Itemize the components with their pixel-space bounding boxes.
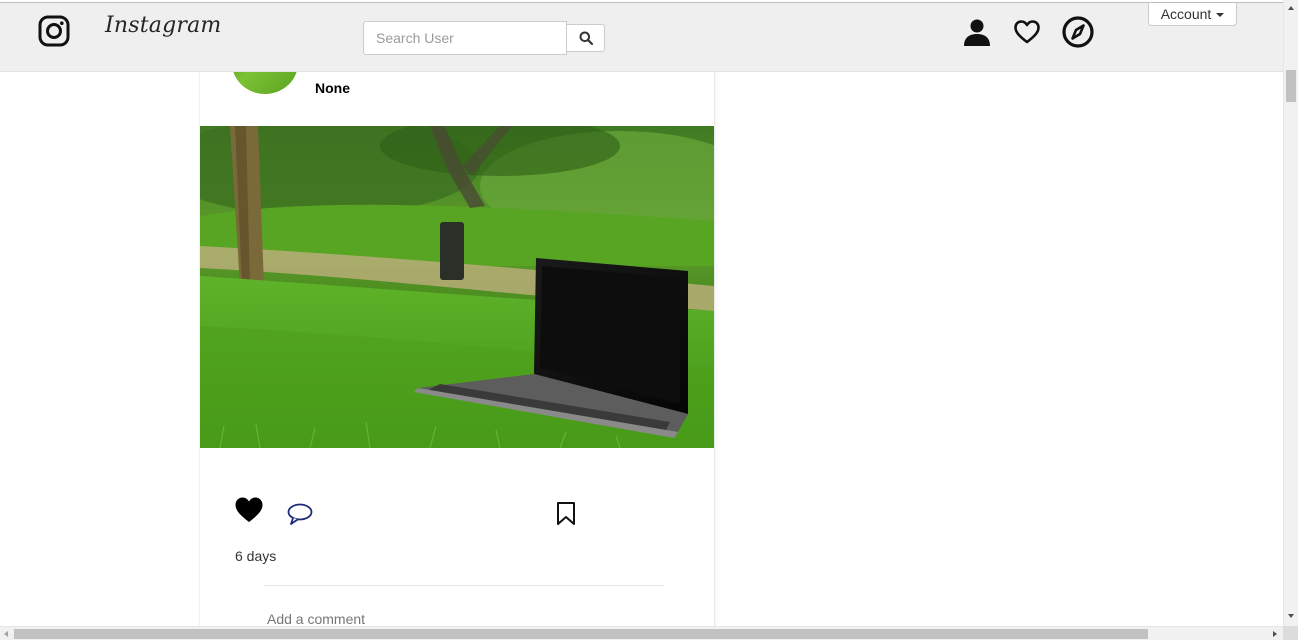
post-username[interactable]: None — [315, 80, 350, 96]
scroll-down-icon[interactable] — [1288, 614, 1294, 618]
account-label: Account — [1160, 6, 1212, 22]
horizontal-scroll-thumb[interactable] — [14, 629, 1148, 639]
vertical-scrollbar[interactable] — [1283, 0, 1298, 626]
save-button[interactable] — [555, 501, 577, 527]
brand-wordmark[interactable]: Instagram — [105, 13, 221, 38]
profile-icon[interactable] — [962, 17, 992, 47]
comment-icon — [287, 503, 313, 525]
search-icon — [579, 31, 593, 45]
post-card: None 6 days Add a comment — [199, 32, 715, 640]
divider — [264, 585, 664, 586]
post-image[interactable] — [200, 126, 714, 448]
scrollbar-corner — [1283, 626, 1298, 640]
account-dropdown[interactable]: Account — [1148, 3, 1237, 26]
scroll-right-icon[interactable] — [1273, 631, 1277, 637]
instagram-logo-icon[interactable] — [38, 15, 70, 47]
post-time: 6 days — [235, 548, 277, 564]
heart-filled-icon — [235, 497, 263, 522]
scroll-left-icon[interactable] — [4, 631, 8, 637]
bookmark-icon — [557, 502, 575, 525]
scroll-up-icon[interactable] — [1288, 6, 1294, 10]
like-button[interactable] — [234, 496, 264, 524]
search-input[interactable] — [363, 21, 567, 55]
vertical-scroll-thumb[interactable] — [1286, 70, 1296, 102]
navbar: Instagram Account — [0, 3, 1283, 72]
search-button[interactable] — [566, 24, 605, 52]
compass-icon[interactable] — [1062, 16, 1094, 48]
comment-button[interactable] — [286, 502, 314, 526]
horizontal-scrollbar[interactable] — [0, 626, 1283, 640]
caret-down-icon — [1216, 13, 1225, 17]
heart-icon[interactable] — [1012, 17, 1042, 47]
